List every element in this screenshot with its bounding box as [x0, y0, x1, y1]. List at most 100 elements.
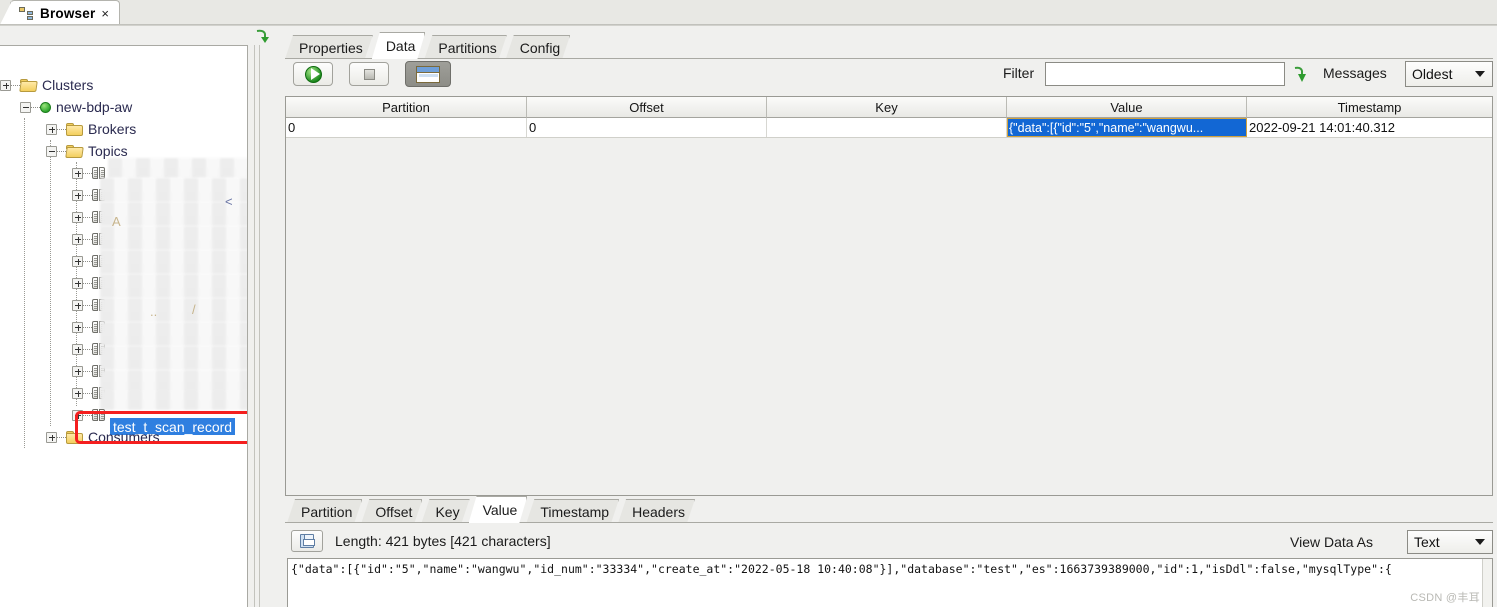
cell-value[interactable]: {"data":[{"id":"5","name":"wangwu...	[1007, 118, 1247, 137]
view-data-as-label: View Data As	[1290, 534, 1374, 550]
column-header-offset[interactable]: Offset	[527, 97, 767, 118]
tree-node-topic[interactable]	[72, 294, 107, 316]
tree-connector	[57, 150, 66, 152]
tree-node-topic[interactable]	[72, 184, 107, 206]
messages-label: Messages	[1323, 65, 1387, 81]
refresh-down-arrow-icon[interactable]	[253, 28, 271, 44]
panel-splitter[interactable]	[249, 45, 277, 607]
view-data-as-select[interactable]: Text	[1407, 530, 1493, 554]
tree-connector	[83, 238, 92, 240]
green-down-arrow-icon[interactable]	[1291, 65, 1307, 83]
cell-partition[interactable]: 0	[286, 118, 527, 137]
tab-detail-headers[interactable]: Headers	[618, 499, 695, 523]
tab-config[interactable]: Config	[506, 35, 570, 59]
topic-icon	[92, 166, 107, 180]
view-toggle-button[interactable]	[405, 61, 451, 87]
play-button[interactable]	[293, 62, 333, 86]
tree-node-topic[interactable]	[72, 272, 107, 294]
vertical-scrollbar[interactable]	[1482, 559, 1492, 607]
tab-detail-timestamp[interactable]: Timestamp	[526, 499, 619, 523]
tree-node-clusters-label: Clusters	[42, 77, 94, 93]
tree-node-clusters[interactable]: Clusters	[0, 74, 93, 96]
expand-icon[interactable]	[46, 431, 57, 443]
play-icon	[304, 65, 322, 83]
redacted-glyph: /	[192, 302, 196, 317]
stop-button[interactable]	[349, 62, 389, 86]
topic-icon	[92, 232, 107, 246]
expand-icon[interactable]	[72, 277, 83, 289]
redacted-glyph: <	[225, 194, 233, 209]
view-data-as-value: Text	[1414, 534, 1440, 550]
expand-icon[interactable]	[72, 365, 83, 377]
expand-icon[interactable]	[46, 123, 57, 135]
tab-data-label: Data	[385, 38, 416, 54]
collapse-icon[interactable]	[46, 145, 57, 157]
redacted-topic-label	[100, 390, 247, 410]
tree-node-brokers[interactable]: Brokers	[46, 118, 136, 140]
redacted-topic-label	[100, 370, 247, 392]
topic-icon	[92, 408, 107, 422]
collapse-icon[interactable]	[20, 101, 31, 113]
tree-connector	[57, 436, 66, 438]
tree-node-consumers[interactable]: Consumers	[46, 426, 160, 448]
tree-node-topics[interactable]: Topics	[46, 140, 128, 162]
expand-icon[interactable]	[72, 255, 83, 267]
cell-timestamp[interactable]: 2022-09-21 14:01:40.312	[1247, 118, 1492, 137]
messages-table[interactable]: Partition Offset Key Value Timestamp 0 0…	[285, 96, 1493, 496]
expand-icon[interactable]	[0, 79, 11, 91]
cell-key[interactable]	[767, 118, 1007, 137]
tree-node-topic[interactable]	[72, 382, 107, 404]
topic-icon	[92, 254, 107, 268]
tree-node-topic-selected[interactable]	[72, 404, 107, 426]
save-button[interactable]	[291, 530, 323, 552]
column-header-key[interactable]: Key	[767, 97, 1007, 118]
topic-icon	[92, 320, 107, 334]
tree-guide-line	[24, 118, 25, 448]
redacted-topic-label	[100, 226, 247, 250]
tab-properties[interactable]: Properties	[285, 35, 373, 59]
tab-browser[interactable]: Browser ×	[0, 0, 121, 25]
tab-detail-value[interactable]: Value	[469, 496, 528, 523]
expand-icon[interactable]	[72, 233, 83, 245]
window-view-icon	[416, 65, 440, 83]
expand-icon[interactable]	[72, 321, 83, 333]
expand-icon[interactable]	[72, 409, 83, 421]
tab-detail-partition[interactable]: Partition	[287, 499, 362, 523]
column-header-partition[interactable]: Partition	[286, 97, 527, 118]
tree-node-topic[interactable]	[72, 162, 107, 184]
messages-order-select[interactable]: Oldest	[1405, 61, 1493, 87]
expand-icon[interactable]	[72, 387, 83, 399]
expand-icon[interactable]	[72, 167, 83, 179]
detail-tabstrip: Partition Offset Key Value Timestamp Hea…	[287, 500, 694, 523]
message-value-text: {"data":[{"id":"5","name":"wangwu","id_n…	[291, 562, 1392, 576]
tree-node-topic[interactable]	[72, 360, 107, 382]
tree-node-cluster-label: new-bdp-aw	[56, 99, 133, 115]
filter-input[interactable]	[1045, 62, 1285, 86]
tree-node-topic[interactable]	[72, 206, 107, 228]
close-icon[interactable]: ×	[101, 7, 109, 20]
cell-offset[interactable]: 0	[527, 118, 767, 137]
tabstrip-divider	[285, 58, 1493, 59]
expand-icon[interactable]	[72, 343, 83, 355]
expand-icon[interactable]	[72, 189, 83, 201]
tree-node-brokers-label: Brokers	[88, 121, 137, 137]
tab-partitions[interactable]: Partitions	[424, 35, 506, 59]
tab-detail-offset[interactable]: Offset	[361, 499, 422, 523]
column-header-value[interactable]: Value	[1007, 97, 1247, 118]
tab-data[interactable]: Data	[372, 32, 426, 59]
tree-node-cluster[interactable]: new-bdp-aw	[20, 96, 132, 118]
expand-icon[interactable]	[72, 299, 83, 311]
tree-node-topic[interactable]	[72, 338, 107, 360]
redacted-topic-label	[100, 298, 247, 322]
message-value-viewer[interactable]: {"data":[{"id":"5","name":"wangwu","id_n…	[287, 558, 1493, 607]
column-header-timestamp[interactable]: Timestamp	[1247, 97, 1492, 118]
expand-icon[interactable]	[72, 211, 83, 223]
tree-node-topic[interactable]	[72, 228, 107, 250]
tree-node-topic[interactable]	[72, 250, 107, 272]
cluster-tree[interactable]: Clusters new-bdp-aw Brokers Topics < A .…	[0, 45, 248, 607]
tree-toolbar	[0, 26, 277, 46]
tree-node-topic[interactable]	[72, 316, 107, 338]
tab-detail-key[interactable]: Key	[421, 499, 469, 523]
table-row[interactable]: 0 0 {"data":[{"id":"5","name":"wangwu...…	[286, 118, 1492, 137]
tab-partitions-label: Partitions	[438, 39, 497, 56]
